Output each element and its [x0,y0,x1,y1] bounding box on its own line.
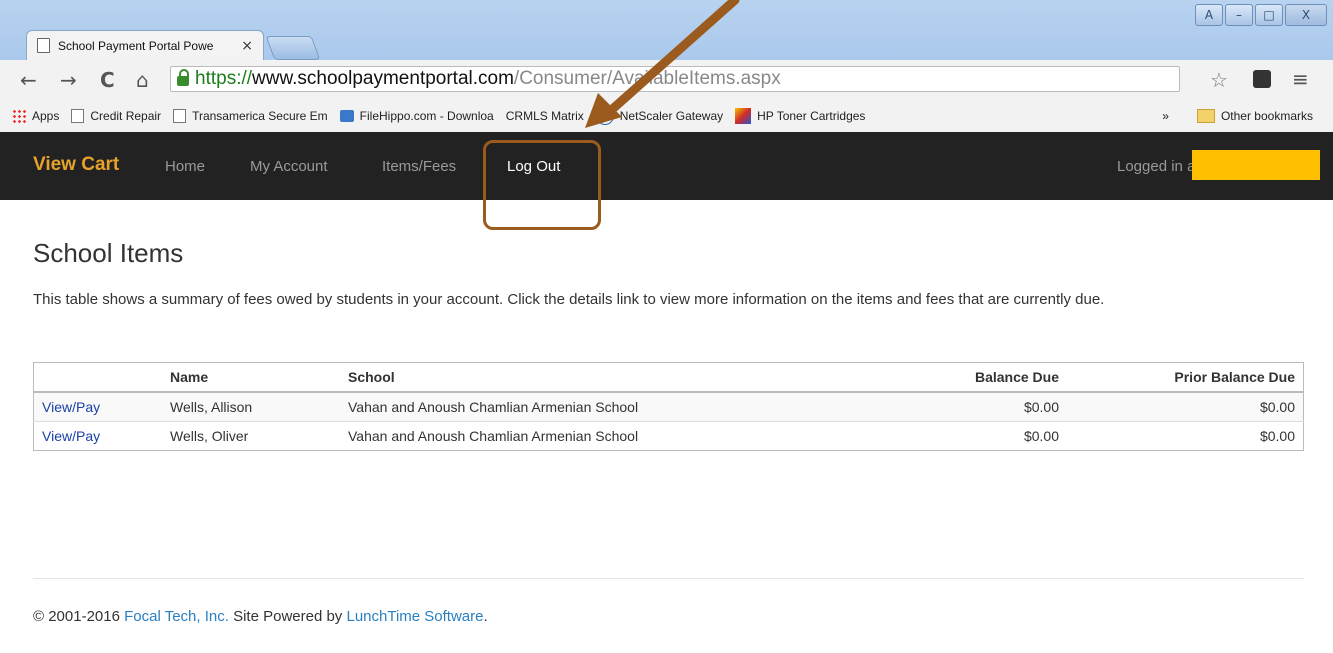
address-bar[interactable]: https:// www.schoolpaymentportal.com /Co… [170,66,1180,92]
profile-icon[interactable]: A [1195,4,1223,26]
window-controls: A – □ X [1195,4,1327,26]
nav-items-fees[interactable]: Items/Fees [382,158,456,175]
table-header-row: Name School Balance Due Prior Balance Du… [33,362,1304,393]
bookmarks-overflow-icon[interactable]: » [1162,109,1169,123]
tab-title: School Payment Portal Powe [58,38,214,53]
bookmark-crmls[interactable]: CRMLS Matrix [506,109,584,123]
redacted-username [1192,150,1320,180]
maximize-button[interactable]: □ [1255,4,1283,26]
nav-home[interactable]: Home [165,158,205,175]
bookmark-apps[interactable]: Apps [12,109,59,123]
school-name: Vahan and Anoush Chamlian Armenian Schoo… [340,421,851,451]
intro-text: This table shows a summary of fees owed … [33,291,1105,308]
bookmark-netscaler[interactable]: NetScaler Gateway [595,107,724,125]
logout-highlight-annotation [483,140,601,230]
balance-due: $0.00 [851,392,1067,422]
bookmark-label: CRMLS Matrix [505,109,584,123]
back-icon[interactable]: ← [20,68,37,92]
focal-tech-link[interactable]: Focal Tech, Inc. [124,608,229,625]
view-pay-link[interactable]: View/Pay [42,428,100,444]
footer-divider [33,578,1304,579]
page-icon [173,109,187,123]
forward-icon[interactable]: → [60,68,77,92]
bookmark-label: Transamerica Secure Em [192,109,328,123]
page-title: School Items [33,238,184,268]
prior-balance-due: $0.00 [1067,392,1304,422]
balance-due: $0.00 [851,421,1067,451]
site-navbar: View Cart Home My Account Items/Fees Log… [0,132,1333,200]
browser-toolbar: ← → C ⌂ https:// www.schoolpaymentportal… [0,60,1333,101]
student-name: Wells, Allison [162,392,340,422]
bookmark-credit-repair[interactable]: Credit Repair [71,109,161,123]
footer: © 2001-2016 Focal Tech, Inc. Site Powere… [33,608,488,625]
header-school: School [340,362,851,393]
prior-balance-due: $0.00 [1067,421,1304,451]
bookmark-other[interactable]: Other bookmarks [1196,109,1313,123]
new-tab-button[interactable] [265,36,321,60]
bookmark-star-icon[interactable]: ☆ [1210,68,1228,92]
header-balance-due: Balance Due [851,362,1067,393]
school-name: Vahan and Anoush Chamlian Armenian Schoo… [340,392,851,422]
nav-my-account[interactable]: My Account [250,158,328,175]
table-row: View/Pay Wells, Allison Vahan and Anoush… [33,392,1304,422]
bookmark-hp-toner[interactable]: HP Toner Cartridges [735,108,865,124]
bookmark-label: Credit Repair [90,109,162,123]
page-icon [71,109,85,123]
bookmark-transamerica[interactable]: Transamerica Secure Em [173,109,328,123]
folder-icon [1196,109,1215,123]
close-window-button[interactable]: X [1285,4,1327,26]
powered-by-text: Site Powered by [233,608,343,625]
bookmark-label: Apps [32,109,60,123]
page-icon [37,38,50,53]
browser-tab[interactable]: School Payment Portal Powe × [26,30,264,60]
view-pay-link[interactable]: View/Pay [42,399,100,415]
menu-icon[interactable]: ≡ [1292,67,1309,91]
bookmark-label: HP Toner Cartridges [757,109,866,123]
view-cart-link[interactable]: View Cart [33,154,119,176]
extension-icon[interactable] [1253,70,1271,88]
minimize-button[interactable]: – [1225,4,1253,26]
student-name: Wells, Oliver [162,421,340,451]
reload-icon[interactable]: C [100,68,115,92]
tab-close-icon[interactable]: × [241,38,253,54]
bookmark-filehippo[interactable]: FileHippo.com - Downloa [339,109,494,123]
hp-icon [735,108,752,124]
copyright-text: © 2001-2016 [33,608,120,625]
url-path: /Consumer/AvailableItems.aspx [513,68,781,89]
fees-table: Name School Balance Due Prior Balance Du… [33,362,1304,451]
netscaler-icon [595,107,614,125]
header-prior-balance-due: Prior Balance Due [1067,362,1304,393]
table-row: View/Pay Wells, Oliver Vahan and Anoush … [33,421,1304,451]
home-icon[interactable]: ⌂ [136,68,149,92]
filehippo-icon [339,110,354,122]
lunchtime-software-link[interactable]: LunchTime Software [346,608,483,625]
bookmark-label: Other bookmarks [1220,109,1313,123]
bookmark-label: NetScaler Gateway [619,109,724,123]
url-scheme: https:// [195,68,253,89]
header-name: Name [162,362,340,393]
header-action [33,362,162,393]
footer-period: . [483,608,488,625]
bookmarks-bar: Apps Credit Repair Transamerica Secure E… [0,100,1333,132]
apps-icon [12,109,26,123]
logged-in-label: Logged in as [1117,158,1203,175]
bookmark-label: FileHippo.com - Downloa [359,109,494,123]
url-host: www.schoolpaymentportal.com [252,68,514,89]
lock-icon [177,69,189,86]
